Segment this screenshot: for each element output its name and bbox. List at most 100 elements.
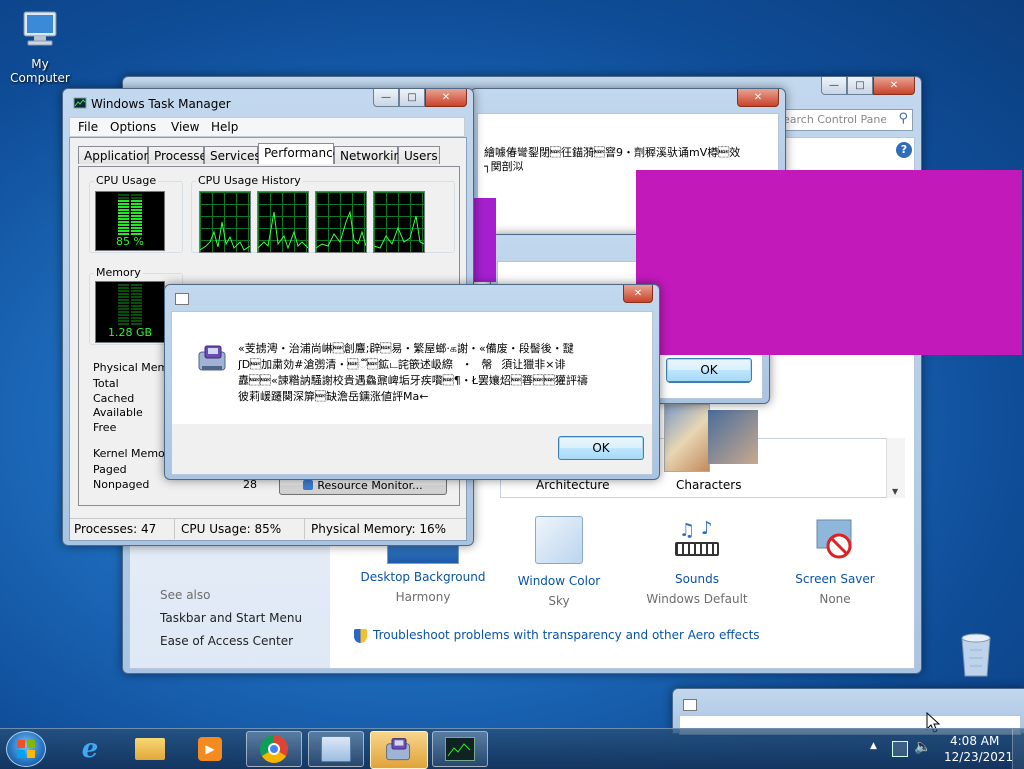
my-computer-icon[interactable]: My Computer: [0, 8, 80, 85]
memory-meter-bar-segment: [131, 302, 142, 304]
cpu-history-graph-3: [315, 191, 367, 253]
error-ok-button[interactable]: OK: [558, 436, 644, 460]
memory-meter-bar-segment: [131, 290, 142, 292]
garbled-top-caption-buttons: ✕: [737, 89, 779, 107]
troubleshoot-link[interactable]: Troubleshoot problems with transparency …: [354, 628, 760, 643]
error-close-button[interactable]: ✕: [623, 285, 653, 303]
desktop-background-label[interactable]: Desktop Background: [358, 570, 488, 584]
tab-applications[interactable]: Applications: [78, 146, 157, 164]
error-dialog: ✕ «芰掳澚・治浦尚崊創麞;辟易・繁屋螂·க謝・«備废・段髻後・靆 ʃD加…: [164, 284, 660, 480]
screen-saver-label[interactable]: Screen Saver: [770, 572, 900, 586]
phys-cached-label: Cached: [93, 392, 135, 405]
task-manager-caption-buttons: — □ ✕: [373, 89, 467, 107]
troubleshoot-link-text[interactable]: Troubleshoot problems with transparency …: [373, 628, 760, 642]
memory-meter-bar-segment: [118, 299, 129, 301]
theme-characters-thumbnail[interactable]: [664, 404, 710, 472]
tab-services[interactable]: Services: [204, 146, 261, 164]
tab-networking[interactable]: Networking: [334, 146, 409, 164]
tm-tab-strip: Applications Processes Services Performa…: [78, 143, 458, 166]
svg-text:♪: ♪: [701, 518, 713, 539]
taskbar-error-app[interactable]: [370, 731, 428, 769]
memory-meter-bar-segment: [118, 296, 129, 298]
menu-help[interactable]: Help: [211, 120, 238, 134]
memory-meter: 1.28 GB: [95, 281, 165, 343]
memory-meter-bar-segment: [118, 284, 129, 286]
tm-menu-bar: File Options View Help: [69, 117, 465, 137]
window-color-icon: [535, 516, 583, 564]
taskbar-chrome[interactable]: [246, 731, 302, 767]
tm-close-button[interactable]: ✕: [425, 89, 467, 107]
status-processes: Processes: 47: [74, 522, 157, 536]
window-color-item[interactable]: Window Color Sky: [494, 516, 624, 608]
memory-meter-bar-segment: [131, 287, 142, 289]
close-button[interactable]: ✕: [873, 77, 915, 95]
start-button[interactable]: [6, 731, 46, 767]
memory-meter-bar-segment: [131, 299, 142, 301]
see-also-heading: See also: [160, 588, 211, 602]
cpu-meter-bar-segment: [131, 227, 142, 229]
memory-meter-bar-segment: [131, 284, 142, 286]
screen-saver-item[interactable]: Screen Saver None: [770, 516, 900, 606]
theme-scrollbar[interactable]: ▼: [886, 438, 905, 498]
search-icon[interactable]: ⚲: [898, 111, 908, 126]
tm-minimize-button[interactable]: —: [373, 89, 399, 107]
cpu-meter-bar-segment: [131, 215, 142, 217]
taskbar-start-menu-link[interactable]: Taskbar and Start Menu: [160, 611, 302, 625]
phys-free-label: Free: [93, 421, 117, 434]
control-panel-icon: [321, 736, 351, 762]
tm-maximize-button[interactable]: □: [399, 89, 425, 107]
cpu-meter-bar-segment: [131, 200, 142, 202]
show-desktop-button[interactable]: [1012, 729, 1024, 769]
clock-date[interactable]: 12/23/2021: [944, 750, 1013, 764]
cpu-meter-bar-segment: [131, 203, 142, 205]
taskbar-task-manager[interactable]: [432, 731, 488, 767]
internet-explorer-icon: e: [81, 734, 99, 764]
taskbar-explorer[interactable]: [122, 731, 178, 767]
ease-of-access-link[interactable]: Ease of Access Center: [160, 634, 293, 648]
search-box[interactable]: Search Control Panel ⚲: [771, 109, 913, 131]
menu-view[interactable]: View: [171, 120, 199, 134]
sounds-icon: ♫ ♪: [675, 518, 719, 556]
help-icon[interactable]: ?: [896, 142, 912, 158]
taskbar-internet-explorer[interactable]: e: [62, 731, 118, 767]
cpu-usage-value: 85 %: [116, 235, 144, 248]
garbled-top-close-button[interactable]: ✕: [737, 89, 779, 107]
clock-time[interactable]: 4:08 AM: [950, 734, 999, 748]
sounds-item[interactable]: ♫ ♪ Sounds Windows Default: [632, 516, 762, 606]
theme-characters-thumbnail-2: [708, 410, 758, 464]
desktop-background-value: Harmony: [395, 590, 451, 604]
cpu-meter-bar-segment: [118, 200, 129, 202]
tm-status-bar: Processes: 47 CPU Usage: 85% Physical Me…: [70, 518, 466, 539]
taskbar-media-player[interactable]: ▶: [182, 731, 238, 767]
cpu-meter-bar-segment: [131, 194, 142, 196]
window-color-label[interactable]: Window Color: [494, 574, 624, 588]
tab-performance[interactable]: Performance: [258, 143, 340, 164]
search-placeholder: Search Control Panel: [776, 113, 886, 126]
computer-icon: [23, 11, 57, 46]
memory-meter-bar-segment: [131, 323, 142, 325]
menu-options[interactable]: Options: [110, 120, 156, 134]
menu-file[interactable]: File: [78, 120, 98, 134]
theme-characters-label: Characters: [676, 478, 742, 492]
tab-users[interactable]: Users: [398, 146, 440, 164]
error-message-line-3: 纛«誎糌訥騒謝校貴遇鱻鼐崥垢牙疾嚽¶・Ł罢孃炤簭獾評禱: [238, 374, 588, 387]
maximize-button[interactable]: □: [847, 77, 873, 95]
mid-ok-button-visible[interactable]: OK: [666, 358, 752, 382]
folder-icon: [135, 738, 165, 760]
recycle-bin-desktop-icon[interactable]: [944, 630, 1008, 681]
cpu-history-graph-1: [199, 191, 251, 253]
volume-icon[interactable]: 🔈: [914, 739, 931, 755]
scroll-down-arrow-icon[interactable]: ▼: [892, 487, 898, 496]
tab-processes[interactable]: Processes: [148, 146, 213, 164]
cpu-meter-bar-segment: [118, 203, 129, 205]
memory-meter-bar-segment: [131, 308, 142, 310]
minimize-button[interactable]: —: [821, 77, 847, 95]
memory-label: Memory: [94, 266, 143, 279]
taskbar-control-panel[interactable]: [308, 731, 364, 767]
network-icon[interactable]: [892, 741, 908, 757]
task-manager-icon: [445, 737, 475, 761]
memory-meter-bar-segment: [118, 320, 129, 322]
show-hidden-icons-button[interactable]: ▲: [870, 741, 877, 751]
sounds-label[interactable]: Sounds: [632, 572, 762, 586]
screen-saver-icon: [816, 519, 852, 559]
